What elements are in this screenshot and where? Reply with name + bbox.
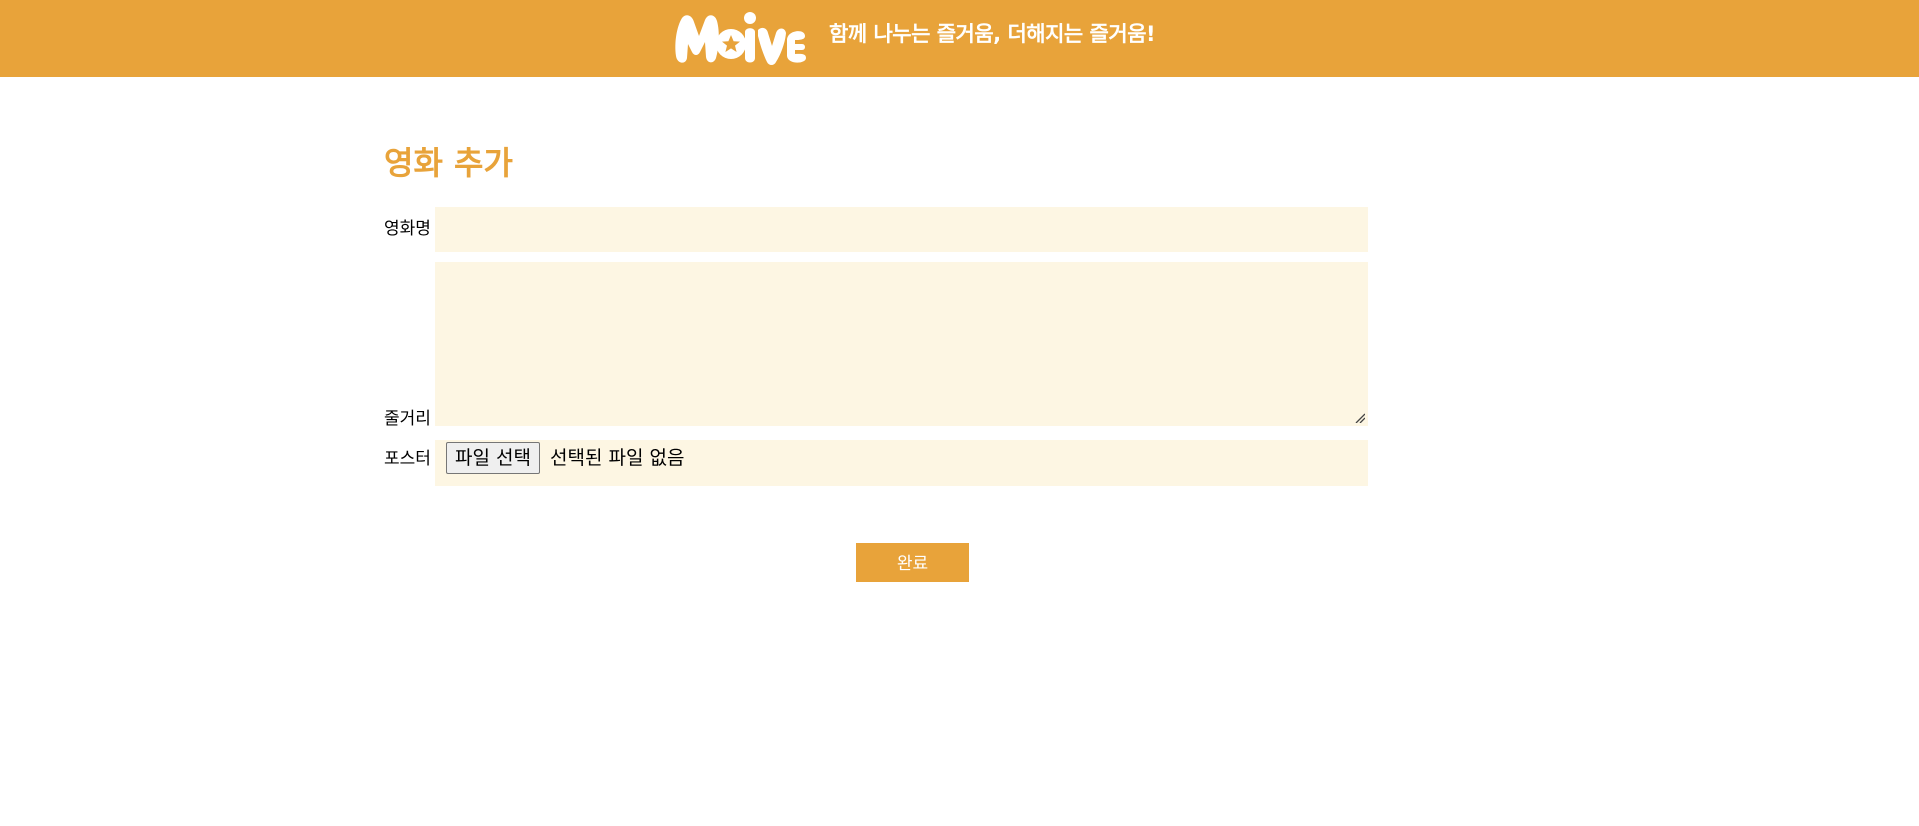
movie-title-input[interactable]	[435, 207, 1368, 252]
poster-label: 포스터	[384, 449, 431, 469]
resize-handle-icon[interactable]	[1355, 413, 1365, 423]
header-slogan: 함께 나누는 즐거움, 더해지는 즐거움!	[829, 22, 1156, 46]
site-header: 함께 나누는 즐거움, 더해지는 즐거움!	[0, 0, 1919, 77]
plot-textarea[interactable]	[435, 262, 1368, 426]
movie-title-label: 영화명	[384, 219, 431, 239]
poster-file-input[interactable]: 파일 선택 선택된 파일 없음	[435, 440, 1368, 486]
plot-label: 줄거리	[384, 409, 431, 429]
submit-button[interactable]: 완료	[856, 543, 969, 582]
choose-file-button[interactable]: 파일 선택	[446, 442, 540, 474]
file-status-text: 선택된 파일 없음	[550, 447, 685, 469]
page-title: 영화 추가	[384, 144, 513, 182]
movie-logo[interactable]	[672, 6, 808, 70]
